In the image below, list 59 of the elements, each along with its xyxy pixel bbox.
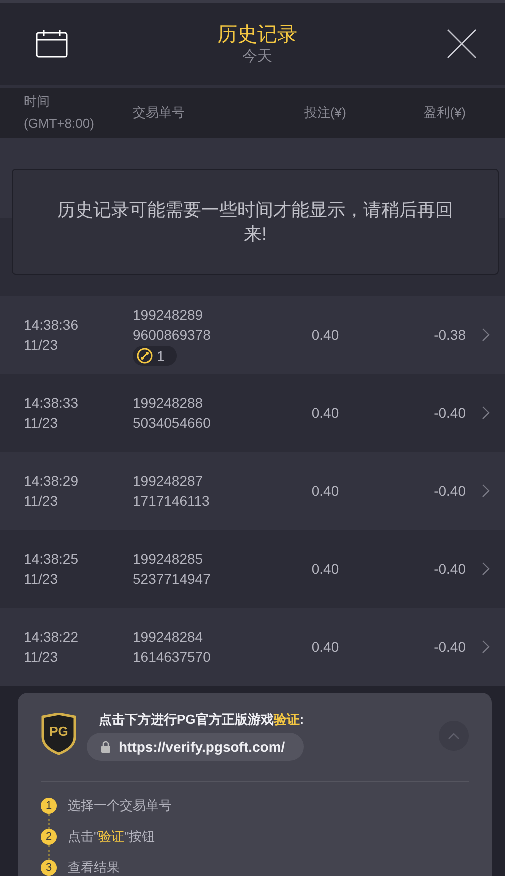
column-header: 交易单号 — [133, 104, 186, 122]
toast-message: 历史记录可能需要一些时间才能显示，请稍后再回来! — [12, 169, 499, 275]
column-header: 盈利(¥) — [423, 104, 466, 122]
column-header: (GMT+8:00) — [24, 115, 96, 133]
time-text: 14:38:29 — [24, 472, 80, 491]
verify-heading: 点击下方进行PG官方正版游戏验证: — [99, 711, 304, 729]
bet-amount: 0.40 — [310, 482, 340, 500]
profit-amount: -0.40 — [433, 560, 466, 578]
date-filter[interactable]: 今天 — [242, 48, 272, 66]
page-title: 历史记录 — [218, 23, 298, 48]
transaction-id: 199248285 — [133, 550, 204, 569]
step-text: 查看结果 — [68, 860, 120, 876]
time-text: 14:38:22 — [24, 628, 80, 647]
transaction-id: 5237714947 — [133, 570, 212, 589]
chevron-right-icon[interactable] — [482, 640, 490, 654]
transaction-id: 1717146113 — [133, 492, 211, 511]
step-text: 点击"验证"按钮 — [68, 829, 156, 845]
bet-amount: 0.40 — [310, 326, 340, 344]
date-text: 11/23 — [24, 492, 59, 511]
date-text: 11/23 — [24, 648, 59, 667]
date-text: 11/23 — [24, 414, 59, 433]
step-number: 3 — [41, 860, 57, 876]
time-text: 14:38:25 — [24, 550, 80, 569]
date-text: 11/23 — [24, 570, 59, 589]
column-header: 投注(¥) — [304, 104, 348, 122]
transaction-id: 1614637570 — [133, 648, 212, 667]
chevron-right-icon[interactable] — [482, 562, 490, 576]
link-icon — [137, 348, 153, 364]
step-number: 1 — [41, 798, 57, 814]
time-text: 14:38:36 — [24, 316, 80, 335]
chevron-right-icon[interactable] — [482, 484, 490, 498]
chevron-up-icon — [448, 732, 460, 740]
badge: 1 — [133, 346, 177, 366]
time-text: 14:38:33 — [24, 394, 80, 413]
transaction-id: 199248284 — [133, 628, 204, 647]
bet-amount: 0.40 — [310, 638, 340, 656]
chevron-right-icon[interactable] — [482, 406, 490, 420]
logo-text: PG — [48, 725, 70, 739]
calendar-icon[interactable] — [36, 30, 68, 58]
profit-amount: -0.40 — [433, 482, 466, 500]
profit-amount: -0.38 — [433, 326, 466, 344]
transaction-id: 9600869378 — [133, 326, 212, 344]
url-pill[interactable]: https://verify.pgsoft.com/ — [87, 733, 304, 761]
transaction-id: 199248289 — [133, 306, 204, 324]
profit-amount: -0.40 — [433, 404, 466, 422]
profit-amount: -0.40 — [433, 638, 466, 656]
transaction-id: 199248288 — [133, 394, 204, 413]
bet-amount: 0.40 — [310, 404, 340, 422]
date-text: 11/23 — [24, 336, 59, 355]
transaction-id: 5034054660 — [133, 414, 212, 433]
column-header: 时间 — [24, 93, 51, 111]
step-text: 选择一个交易单号 — [68, 798, 172, 814]
lock-icon — [101, 741, 111, 753]
bet-amount: 0.40 — [310, 560, 340, 578]
step-number: 2 — [41, 829, 57, 845]
chevron-right-icon[interactable] — [482, 328, 490, 342]
close-icon[interactable] — [447, 29, 477, 59]
transaction-id: 199248287 — [133, 472, 204, 491]
shield-icon — [41, 713, 77, 755]
